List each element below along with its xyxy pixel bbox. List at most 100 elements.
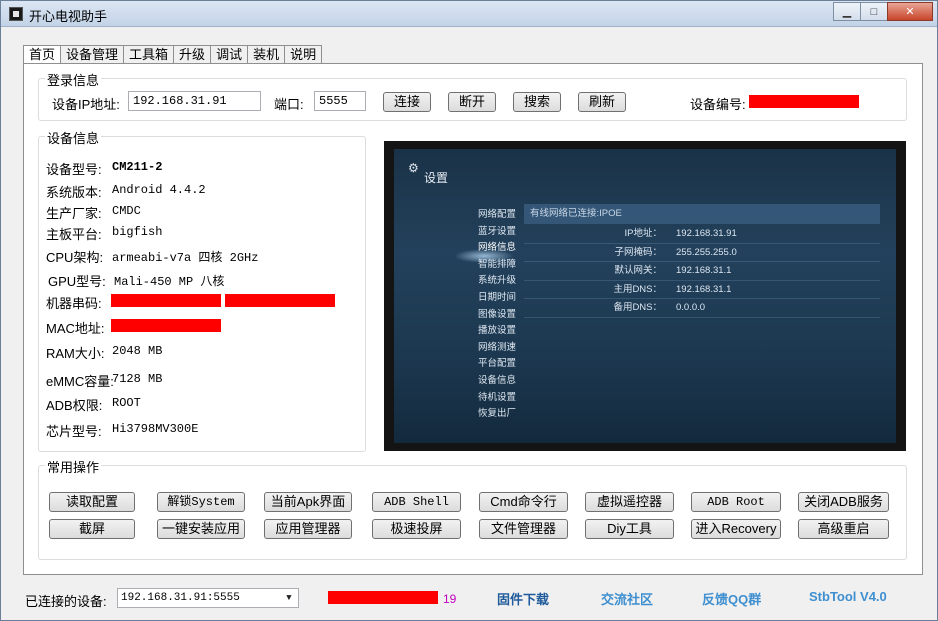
tv-info-row: 主用DNS： 192.168.31.1 — [524, 281, 880, 299]
serial-label: 机器串码: — [46, 296, 102, 311]
tab-upgrade[interactable]: 升级 — [173, 45, 212, 63]
status-redacted — [328, 591, 438, 604]
tab-install[interactable]: 装机 — [247, 45, 286, 63]
tv-menu-item: 智能排障 — [478, 258, 517, 270]
tv-info-value: 255.255.255.0 — [676, 246, 737, 258]
feedback-qq-link[interactable]: 反馈QQ群 — [702, 589, 761, 608]
mac-redacted — [111, 319, 221, 332]
system-version-label: 系统版本: — [46, 185, 102, 200]
app-icon — [9, 7, 23, 21]
login-group-title: 登录信息 — [45, 70, 102, 89]
tv-menu-item: 蓝牙设置 — [478, 225, 517, 237]
tv-screen-capture: ⚙ 设置 网络配置 蓝牙设置 网络信息 智能排障 系统升级 日期时间 图像设置 … — [384, 141, 906, 451]
tv-menu-item: 图像设置 — [478, 308, 517, 320]
tv-menu-item: 网络配置 — [478, 209, 517, 220]
tv-menu: 网络配置 蓝牙设置 网络信息 智能排障 系统升级 日期时间 图像设置 播放设置 … — [478, 207, 516, 423]
read-config-button[interactable]: 读取配置 — [49, 492, 135, 512]
window-controls: ▁ □ ✕ — [833, 2, 933, 21]
chip-model-label: 芯片型号: — [46, 424, 102, 439]
stbtool-version-link[interactable]: StbTool V4.0 — [809, 589, 887, 604]
tv-menu-item: 网络测速 — [478, 341, 517, 353]
fast-cast-button[interactable]: 极速投屏 — [372, 519, 461, 539]
screenshot-button[interactable]: 截屏 — [49, 519, 135, 539]
adb-permission-value: ROOT — [112, 396, 141, 410]
tv-menu-item: 设备信息 — [478, 374, 517, 386]
tv-menu-item: 播放设置 — [478, 325, 517, 337]
unlock-system-button[interactable]: 解锁System — [157, 492, 245, 512]
tv-settings-screen: ⚙ 设置 网络配置 蓝牙设置 网络信息 智能排障 系统升级 日期时间 图像设置 … — [394, 149, 896, 443]
close-adb-service-button[interactable]: 关闭ADB服务 — [798, 492, 889, 512]
board-platform-value: bigfish — [112, 225, 163, 239]
ram-value: 2048 MB — [112, 344, 163, 358]
enter-recovery-button[interactable]: 进入Recovery — [691, 519, 781, 539]
tv-info-value: 192.168.31.1 — [676, 283, 732, 295]
firmware-download-link[interactable]: 固件下载 — [497, 589, 549, 608]
tv-info-row: 子网掩码： 255.255.255.0 — [524, 244, 880, 262]
advanced-reboot-button[interactable]: 高级重启 — [798, 519, 889, 539]
device-select-value: 192.168.31.91:5555 — [121, 592, 240, 604]
current-apk-button[interactable]: 当前Apk界面 — [264, 492, 352, 512]
mac-label: MAC地址: — [46, 321, 105, 336]
minimize-button[interactable]: ▁ — [833, 2, 861, 21]
tv-menu-item: 恢复出厂 — [478, 408, 517, 420]
operations-group-title: 常用操作 — [45, 457, 102, 476]
tv-info-value: 192.168.31.1 — [676, 265, 732, 276]
model-value: CM211-2 — [112, 160, 163, 174]
tv-info-key: 默认网关： — [614, 265, 662, 276]
serial-redacted-2 — [225, 294, 335, 307]
gear-icon: ⚙ — [408, 161, 419, 175]
connected-device-label: 已连接的设备: — [25, 594, 107, 609]
tab-bar: 首页 设备管理 工具箱 升级 调试 装机 说明 — [23, 45, 323, 64]
ip-label: 设备IP地址: — [52, 97, 120, 112]
adb-root-button[interactable]: ADB Root — [691, 492, 781, 512]
tab-debug[interactable]: 调试 — [210, 45, 249, 63]
serial-redacted-1 — [111, 294, 221, 307]
tab-toolbox[interactable]: 工具箱 — [123, 45, 175, 63]
chevron-down-icon[interactable]: ▼ — [282, 591, 296, 605]
cmd-button[interactable]: Cmd命令行 — [479, 492, 568, 512]
device-info-group-title: 设备信息 — [45, 128, 102, 147]
tv-info-key: 子网掩码： — [614, 246, 662, 258]
tab-help[interactable]: 说明 — [284, 45, 323, 63]
cpu-value: armeabi-v7a 四核 2GHz — [112, 251, 259, 265]
counter-value: 19 — [443, 592, 457, 606]
system-version-value: Android 4.4.2 — [112, 183, 206, 197]
disconnect-button[interactable]: 断开 — [448, 92, 496, 112]
emmc-value: 7128 MB — [112, 372, 163, 386]
device-select[interactable]: 192.168.31.91:5555 ▼ — [117, 588, 299, 608]
app-window: 开心电视助手 ▁ □ ✕ 首页 设备管理 工具箱 升级 调试 装机 说明 登录信… — [0, 0, 938, 621]
community-link[interactable]: 交流社区 — [601, 589, 653, 608]
device-number-redacted — [749, 95, 859, 108]
tv-menu-item: 系统升级 — [478, 275, 517, 287]
tv-info-key: 备用DNS： — [613, 302, 662, 313]
adb-permission-label: ADB权限: — [46, 398, 103, 413]
tv-menu-item: 日期时间 — [478, 291, 517, 303]
maximize-button[interactable]: □ — [860, 2, 888, 21]
tv-settings-title: 设置 — [424, 171, 449, 185]
tab-device-management[interactable]: 设备管理 — [60, 45, 125, 63]
operations-group: 常用操作 — [38, 457, 907, 560]
tv-info-row: 备用DNS： 0.0.0.0 — [524, 299, 880, 318]
one-click-install-button[interactable]: 一键安装应用 — [157, 519, 245, 539]
device-number-label: 设备编号: — [690, 97, 746, 112]
cpu-label: CPU架构: — [46, 250, 104, 265]
search-button[interactable]: 搜索 — [513, 92, 561, 112]
app-manager-button[interactable]: 应用管理器 — [264, 519, 352, 539]
connect-button[interactable]: 连接 — [383, 92, 431, 112]
tab-home[interactable]: 首页 — [23, 45, 62, 64]
emmc-label: eMMC容量: — [46, 374, 114, 389]
manufacturer-value: CMDC — [112, 204, 141, 218]
tv-info-value: 0.0.0.0 — [676, 302, 706, 313]
virtual-remote-button[interactable]: 虚拟遥控器 — [585, 492, 674, 512]
ram-label: RAM大小: — [46, 346, 105, 361]
model-label: 设备型号: — [46, 162, 102, 177]
port-input[interactable]: 5555 — [314, 91, 366, 111]
adb-shell-button[interactable]: ADB Shell — [372, 492, 461, 512]
gpu-value: Mali-450 MP 八核 — [114, 275, 225, 289]
diy-tools-button[interactable]: Diy工具 — [585, 519, 674, 539]
refresh-button[interactable]: 刷新 — [578, 92, 626, 112]
file-manager-button[interactable]: 文件管理器 — [479, 519, 568, 539]
close-button[interactable]: ✕ — [887, 2, 933, 21]
tv-info-value: 192.168.31.91 — [676, 228, 737, 239]
ip-input[interactable]: 192.168.31.91 — [128, 91, 261, 111]
